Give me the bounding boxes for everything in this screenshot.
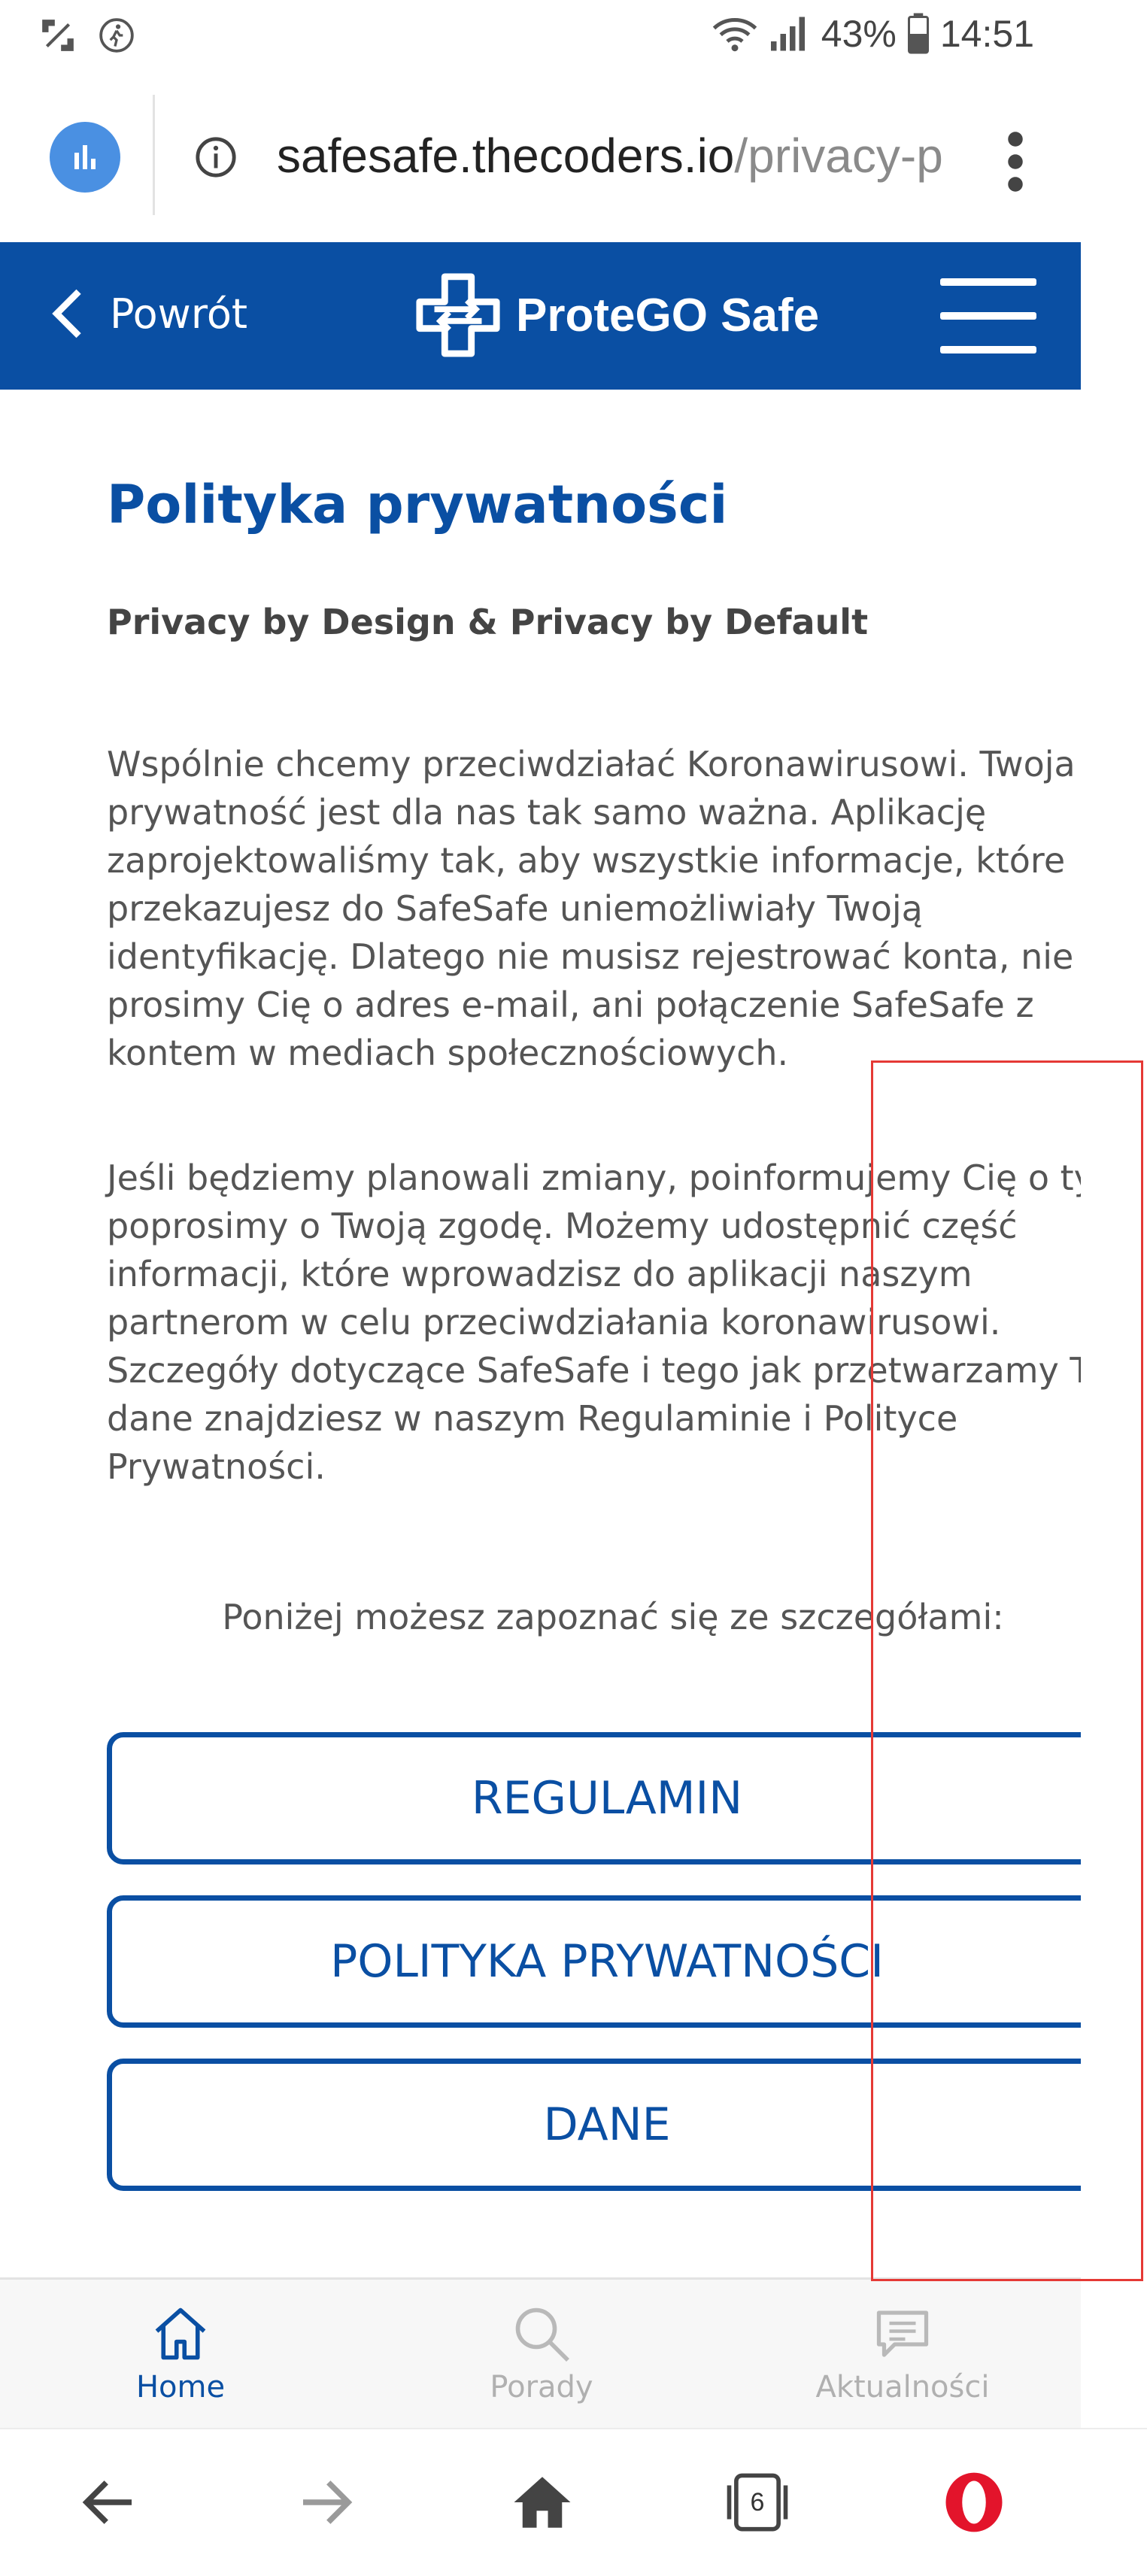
tabs-count: 6 — [750, 2487, 765, 2517]
screenshot-expand-icon — [42, 20, 74, 51]
highlight-box — [871, 1060, 1143, 2281]
browser-address-bar: safesafe.thecoders.io/privacy-p — [0, 75, 1147, 242]
bar-chart-icon — [74, 145, 96, 169]
data-button-label: DANE — [543, 2098, 671, 2151]
clock: 14:51 — [939, 13, 1034, 55]
paragraph-line: identyfikację. Dlatego nie musisz rejest… — [107, 936, 1074, 977]
menu-hamburger-icon[interactable] — [940, 278, 1036, 353]
paragraph-line: prosimy Cię o adres e-mail, ani połączen… — [107, 985, 1034, 1025]
browser-home-icon[interactable] — [508, 2468, 576, 2536]
home-icon — [155, 2307, 206, 2360]
nav-label-tips: Porady — [490, 2370, 593, 2405]
site-bottom-nav: Home Porady Aktualności — [0, 2277, 1081, 2428]
browser-toolbar: 6 — [0, 2428, 1147, 2576]
logo-text: ProteGO Safe — [516, 289, 820, 341]
back-arrow-icon[interactable] — [75, 2468, 143, 2536]
walking-person-icon — [99, 18, 134, 53]
page-subtitle: Privacy by Design & Privacy by Default — [107, 602, 869, 642]
paragraph-line: przekazujesz do SafeSafe uniemożliwiały … — [107, 888, 923, 929]
battery-percent: 43% — [821, 13, 897, 55]
nav-label-home: Home — [135, 2370, 226, 2405]
paragraph-line: zaprojektowaliśmy tak, aby wszystkie inf… — [107, 840, 1066, 881]
page-title: Polityka prywatności — [107, 474, 728, 536]
url-field[interactable]: safesafe.thecoders.io/privacy-p — [277, 128, 963, 184]
nav-item-tips[interactable]: Porady — [429, 2302, 654, 2405]
wifi-icon — [712, 18, 757, 52]
address-bar-divider — [153, 95, 155, 215]
signal-icon — [770, 17, 805, 51]
tabs-button[interactable]: 6 — [724, 2468, 791, 2536]
nav-item-news[interactable]: Aktualności — [790, 2302, 1015, 2405]
intro-paragraph: Wspólnie chcemy przeciwdziałać Koronawir… — [107, 740, 1081, 1077]
url-host: safesafe.thecoders.io — [277, 129, 735, 183]
more-vertical-icon[interactable] — [1000, 128, 1030, 196]
paragraph-line: prywatność jest dla nas tak samo ważna. … — [107, 792, 987, 833]
paragraph-line: Wspólnie chcemy przeciwdziałać Koronawir… — [107, 744, 1076, 784]
search-icon — [515, 2307, 569, 2362]
site-data-badge[interactable] — [50, 122, 120, 193]
nav-item-home[interactable]: Home — [68, 2302, 293, 2405]
opera-logo-icon[interactable] — [940, 2468, 1008, 2536]
battery-icon — [907, 13, 929, 54]
news-icon — [876, 2311, 929, 2357]
privacy-policy-button-label: POLITYKA PRYWATNOŚCI — [330, 1935, 884, 1988]
back-button[interactable]: Powrót — [51, 287, 247, 340]
back-label: Powrót — [110, 290, 248, 338]
terms-button-label: REGULAMIN — [471, 1772, 743, 1825]
nav-label-news: Aktualności — [815, 2370, 990, 2405]
site-logo[interactable]: ProteGO Safe — [414, 271, 819, 360]
site-header: Powrót ProteGO Safe — [0, 242, 1081, 390]
status-bar: 43% 14:51 — [0, 0, 1147, 75]
info-icon[interactable] — [194, 135, 238, 179]
chevron-left-icon — [52, 289, 81, 338]
url-path: /privacy-p — [734, 129, 943, 183]
forward-arrow-icon[interactable] — [292, 2468, 360, 2536]
cross-arrows-logo-icon — [416, 273, 500, 357]
